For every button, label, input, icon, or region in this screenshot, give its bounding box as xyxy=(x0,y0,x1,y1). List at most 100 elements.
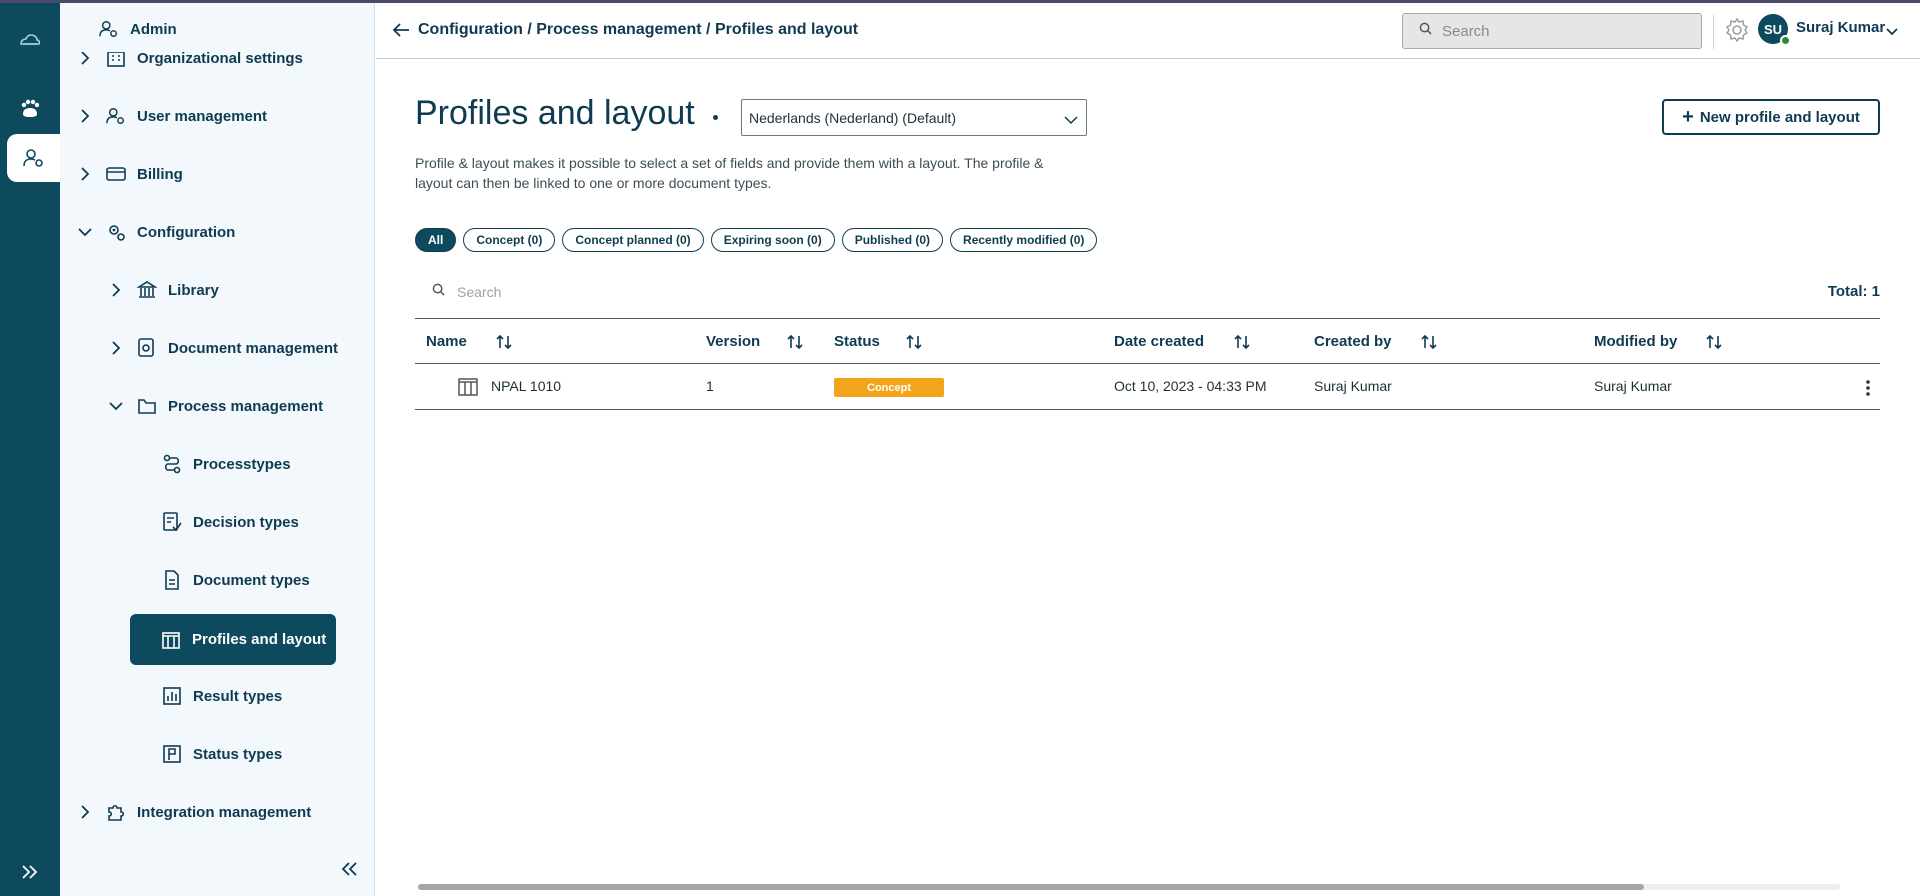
arrow-left-icon[interactable] xyxy=(392,22,410,43)
more-options-icon[interactable] xyxy=(1865,378,1871,403)
filter-chip-published[interactable]: Published (0) xyxy=(841,228,944,252)
row-created-by: Suraj Kumar xyxy=(1314,378,1392,394)
table-search[interactable] xyxy=(415,278,1215,306)
column-header-date-created[interactable]: Date created xyxy=(1114,333,1204,350)
row-version: 1 xyxy=(706,378,714,394)
column-header-status[interactable]: Status xyxy=(834,333,880,350)
horizontal-scrollbar[interactable] xyxy=(418,884,1840,890)
table-row[interactable]: NPAL 1010 1 Concept Oct 10, 2023 - 04:33… xyxy=(415,364,1880,410)
credit-card-icon xyxy=(105,163,127,185)
double-chevron-right-icon[interactable] xyxy=(0,848,60,896)
user-name[interactable]: Suraj Kumar xyxy=(1796,19,1885,36)
sidebar-item-admin[interactable]: Admin xyxy=(98,11,177,47)
sort-icon[interactable] xyxy=(1705,334,1723,355)
search-icon xyxy=(432,283,445,301)
sidebar-item-result-types[interactable]: Result types xyxy=(161,678,282,714)
global-search[interactable] xyxy=(1402,13,1702,49)
sort-icon[interactable] xyxy=(786,334,804,355)
folder-icon xyxy=(136,395,158,417)
gears-icon xyxy=(105,221,127,243)
top-header: Configuration / Process management / Pro… xyxy=(376,3,1920,59)
row-date-created: Oct 10, 2023 - 04:33 PM xyxy=(1114,378,1267,394)
sidebar-item-profiles-layout[interactable]: Profiles and layout xyxy=(130,614,336,665)
user-gear-icon[interactable] xyxy=(7,134,60,182)
sidebar-item-label: Document types xyxy=(193,571,310,589)
document-icon xyxy=(161,569,183,591)
scrollbar-thumb[interactable] xyxy=(418,884,1644,890)
sidebar-item-label: Document management xyxy=(168,339,339,357)
chevron-down-icon[interactable] xyxy=(1886,23,1898,41)
document-gear-icon xyxy=(136,337,158,359)
process-flow-icon xyxy=(161,453,183,475)
filter-chip-expiring-soon[interactable]: Expiring soon (0) xyxy=(710,228,835,252)
library-icon xyxy=(136,279,158,301)
chevron-down-icon xyxy=(77,224,93,240)
column-header-name[interactable]: Name xyxy=(426,333,467,350)
chevron-right-icon xyxy=(77,108,93,124)
breadcrumb[interactable]: Configuration / Process management / Pro… xyxy=(418,21,858,39)
plus-icon: + xyxy=(1682,105,1694,128)
online-status-dot xyxy=(1780,35,1791,46)
table-search-input[interactable] xyxy=(457,284,1057,300)
chevron-right-icon xyxy=(77,166,93,182)
new-profile-button[interactable]: + New profile and layout xyxy=(1662,99,1880,135)
sidebar-item-label: Admin xyxy=(130,20,177,38)
column-header-created-by[interactable]: Created by xyxy=(1314,333,1392,350)
bar-chart-icon xyxy=(161,685,183,707)
sidebar: Admin Organizational settings User manag… xyxy=(60,3,375,896)
chevron-right-icon xyxy=(77,52,93,66)
page-title: Profiles and layout xyxy=(415,94,695,132)
status-badge: Concept xyxy=(834,378,944,397)
sort-icon[interactable] xyxy=(1233,334,1251,355)
paw-icon[interactable] xyxy=(0,85,60,133)
row-name[interactable]: NPAL 1010 xyxy=(491,378,561,394)
sort-icon[interactable] xyxy=(1420,334,1438,355)
sidebar-item-label: Organizational settings xyxy=(137,49,303,67)
cloud-logo-icon[interactable] xyxy=(0,16,60,64)
sidebar-item-user-management[interactable]: User management xyxy=(77,98,267,134)
sidebar-item-processtypes[interactable]: Processtypes xyxy=(161,446,291,482)
sidebar-item-document-management[interactable]: Document management xyxy=(108,330,338,366)
filter-chip-concept[interactable]: Concept (0) xyxy=(463,228,556,252)
new-profile-button-label: New profile and layout xyxy=(1699,108,1860,126)
chevron-down-icon xyxy=(108,398,124,414)
filter-chips: All Concept (0) Concept planned (0) Expi… xyxy=(415,228,1098,252)
total-count: Total: 1 xyxy=(1827,283,1880,300)
search-input[interactable] xyxy=(1442,22,1682,40)
filter-chip-all[interactable]: All xyxy=(415,228,457,252)
sidebar-item-billing[interactable]: Billing xyxy=(77,156,183,192)
chevron-right-icon xyxy=(108,282,124,298)
sort-icon[interactable] xyxy=(905,334,923,355)
sidebar-item-decision-types[interactable]: Decision types xyxy=(161,504,299,540)
sidebar-item-configuration[interactable]: Configuration xyxy=(77,214,235,250)
sidebar-item-integration-management[interactable]: Integration management xyxy=(77,794,311,830)
row-modified-by: Suraj Kumar xyxy=(1594,378,1672,394)
user-gear-icon xyxy=(105,105,127,127)
double-chevron-left-icon[interactable] xyxy=(340,861,364,885)
search-icon xyxy=(1419,22,1432,40)
building-icon xyxy=(105,52,127,69)
gear-icon[interactable] xyxy=(1724,17,1750,48)
sort-icon[interactable] xyxy=(495,334,513,355)
filter-chip-recently-modified[interactable]: Recently modified (0) xyxy=(950,228,1098,252)
app-rail xyxy=(0,3,60,896)
sidebar-item-label: User management xyxy=(137,107,268,125)
sidebar-item-status-types[interactable]: Status types xyxy=(161,736,282,772)
language-select[interactable]: Nederlands (Nederland) (Default) xyxy=(741,99,1087,136)
avatar[interactable]: SU xyxy=(1758,14,1791,46)
sidebar-item-label: Result types xyxy=(193,687,283,705)
sidebar-item-label: Integration management xyxy=(137,803,312,821)
column-header-version[interactable]: Version xyxy=(706,333,760,350)
chevron-right-icon xyxy=(77,804,93,820)
filter-chip-concept-planned[interactable]: Concept planned (0) xyxy=(562,228,704,252)
sidebar-item-label: Billing xyxy=(137,165,183,183)
sidebar-item-label: Process management xyxy=(168,397,324,415)
user-gear-icon xyxy=(98,18,120,40)
columns-icon xyxy=(160,629,182,651)
sidebar-item-label: Processtypes xyxy=(193,455,291,473)
sidebar-item-library[interactable]: Library xyxy=(108,272,219,308)
sidebar-item-process-management[interactable]: Process management xyxy=(108,388,323,424)
sidebar-item-document-types[interactable]: Document types xyxy=(161,562,310,598)
column-header-modified-by[interactable]: Modified by xyxy=(1594,333,1677,350)
chevron-down-icon xyxy=(1064,112,1078,128)
